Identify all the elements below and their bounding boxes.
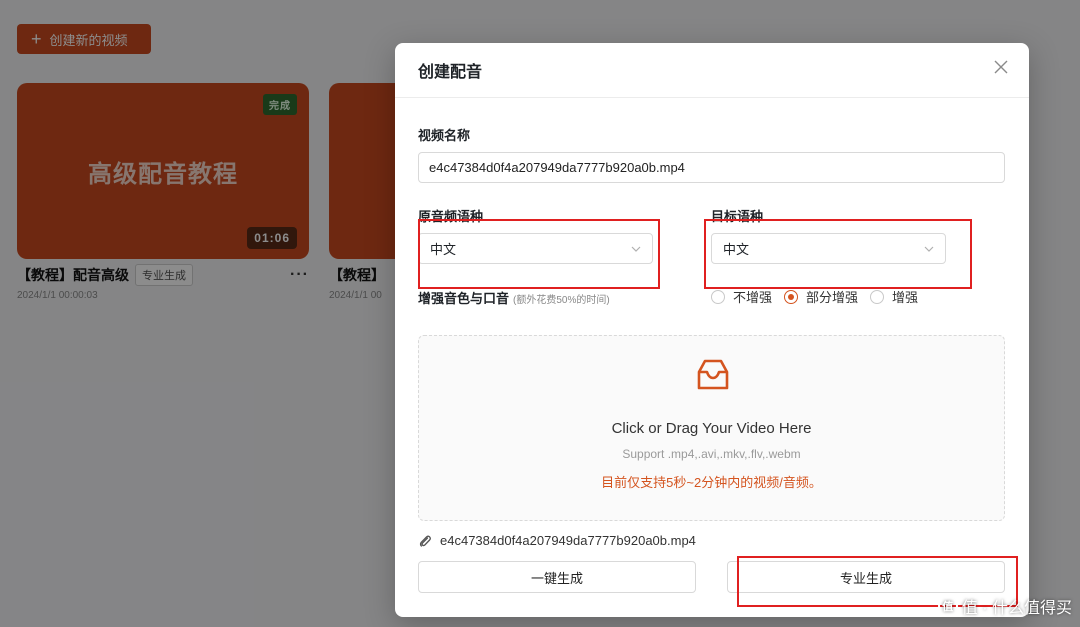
watermark: 值 值 · 什么值得买 <box>937 594 1072 618</box>
highlight-box-source-language <box>418 219 660 289</box>
modal-header: 创建配音 <box>395 43 1029 98</box>
enhance-label-text: 增强音色与口音 <box>418 291 510 306</box>
radio-circle[interactable] <box>711 289 725 304</box>
enhance-radio-group: 不增强 部分增强 增强 <box>711 287 930 306</box>
enhance-label: 增强音色与口音 (额外花费50%的时间) <box>418 288 610 307</box>
file-name: e4c47384d0f4a207949da7777b920a0b.mp4 <box>440 533 696 548</box>
video-upload-dropzone[interactable]: Click or Drag Your Video Here Support .m… <box>418 335 1005 521</box>
close-icon[interactable] <box>993 59 1009 75</box>
inbox-icon <box>697 359 729 390</box>
video-name-label: 视频名称 <box>418 128 471 143</box>
video-name-input[interactable] <box>418 152 1005 183</box>
create-dubbing-modal: 创建配音 视频名称 原音频语种 中文 目标语种 中文 增强音色与口音(额外花费5… <box>395 43 1029 617</box>
enhance-hint: (额外花费50%的时间) <box>513 295 610 306</box>
radio-circle-selected[interactable] <box>784 289 799 304</box>
watermark-logo-icon: 值 <box>937 596 958 616</box>
radio-circle[interactable] <box>870 289 885 304</box>
highlight-box-target-language <box>704 219 972 289</box>
uploaded-file[interactable]: e4c47384d0f4a207949da7777b920a0b.mp4 <box>418 533 696 548</box>
upload-duration-note: 目前仅支持5秒~2分钟内的视频/音频。 <box>601 475 822 490</box>
upload-formats: Support .mp4,.avi,.mkv,.flv,.webm <box>622 447 801 461</box>
radio-label: 部分增强 <box>806 290 859 305</box>
upload-title: Click or Drag Your Video Here <box>611 420 812 437</box>
watermark-text: 值 · 什么值得买 <box>961 600 1072 617</box>
radio-label: 增强 <box>892 290 919 305</box>
quick-generate-button[interactable]: 一键生成 <box>418 561 696 593</box>
radio-no-enhance[interactable]: 不增强 <box>711 287 772 306</box>
modal-title: 创建配音 <box>418 64 483 81</box>
radio-label: 不增强 <box>733 290 773 305</box>
radio-partial-enhance[interactable]: 部分增强 <box>784 287 858 306</box>
paperclip-icon <box>419 535 431 547</box>
radio-enhance[interactable]: 增强 <box>870 287 918 306</box>
